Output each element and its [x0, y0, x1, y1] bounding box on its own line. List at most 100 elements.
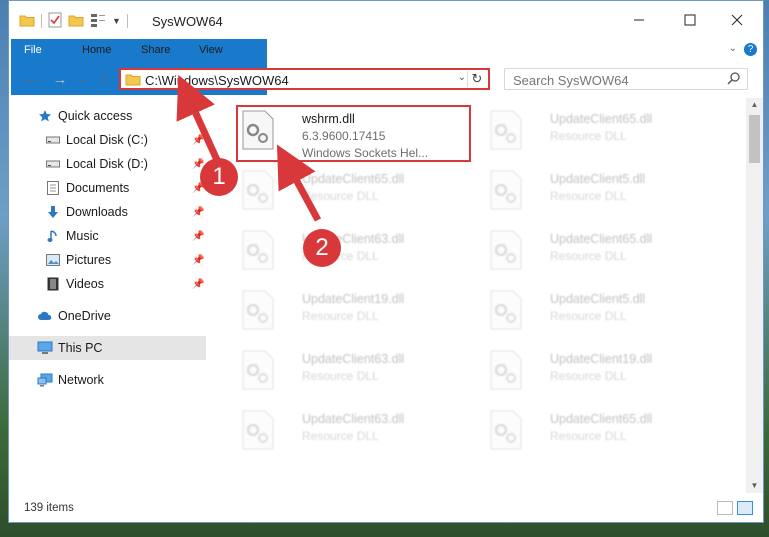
status-bar: 139 items — [9, 496, 763, 522]
drive-icon — [45, 156, 61, 172]
sidebar-item-videos[interactable]: Videos 📌 — [9, 272, 206, 296]
list-item[interactable]: UpdateClient65.dll Resource DLL — [482, 224, 712, 280]
file-description: Resource DLL — [550, 189, 627, 203]
tab-share[interactable]: Share — [128, 39, 183, 61]
search-input[interactable] — [511, 71, 715, 89]
sidebar-item-local-disk-c[interactable]: Local Disk (C:) 📌 — [9, 128, 206, 152]
tab-view[interactable]: View — [186, 39, 236, 61]
documents-icon — [45, 180, 61, 196]
sidebar-item-quick-access[interactable]: Quick access — [9, 104, 206, 128]
view-toggle — [717, 501, 753, 515]
file-description: Resource DLL — [302, 189, 379, 203]
ribbon-expand-chevron-icon[interactable]: ⌄ — [729, 43, 737, 54]
step-1-callout: 1 — [200, 158, 238, 196]
search-icon — [727, 71, 741, 88]
pin-icon[interactable]: 📌 — [192, 279, 204, 290]
close-icon — [731, 14, 743, 26]
dll-file-icon — [242, 350, 274, 390]
dll-file-icon — [490, 110, 522, 150]
pin-icon[interactable]: 📌 — [192, 231, 204, 242]
item-count: 139 items — [24, 502, 74, 514]
dll-file-icon — [242, 290, 274, 330]
title-bar: ▼ SysWOW64 — [9, 1, 763, 39]
cloud-icon — [37, 308, 53, 324]
address-path: C:\Windows\SysWOW64 — [145, 73, 289, 88]
sidebar-item-documents[interactable]: Documents 📌 — [9, 176, 206, 200]
details-view-icon[interactable] — [717, 501, 733, 515]
star-icon — [37, 108, 53, 124]
address-bar[interactable]: C:\Windows\SysWOW64 ⌄ ↻ — [119, 68, 490, 90]
dll-file-icon — [490, 410, 522, 450]
address-history-chevron-icon[interactable]: ⌄ — [458, 72, 466, 83]
file-name: UpdateClient19.dll — [302, 292, 405, 306]
dll-file-icon — [490, 350, 522, 390]
minimize-icon — [634, 19, 644, 21]
scroll-thumb[interactable] — [749, 115, 760, 163]
dll-file-icon — [242, 230, 274, 270]
up-button[interactable]: ↑ — [95, 70, 113, 88]
file-description: Resource DLL — [302, 429, 379, 443]
file-name: UpdateClient5.dll — [550, 292, 646, 306]
file-name: UpdateClient65.dll — [550, 232, 653, 246]
list-item[interactable]: UpdateClient63.dll Resource DLL — [234, 224, 464, 280]
sidebar-item-downloads[interactable]: Downloads 📌 — [9, 200, 206, 224]
file-name: UpdateClient63.dll — [302, 412, 405, 426]
file-description: Resource DLL — [550, 129, 627, 143]
file-description: Resource DLL — [550, 369, 627, 383]
refresh-icon[interactable]: ↻ — [467, 71, 486, 87]
sidebar-item-onedrive[interactable]: OneDrive — [9, 304, 206, 328]
vertical-scrollbar[interactable]: ▲ ▼ — [746, 98, 763, 493]
sidebar-item-music[interactable]: Music 📌 — [9, 224, 206, 248]
file-description: Resource DLL — [550, 309, 627, 323]
dll-file-icon — [490, 290, 522, 330]
tab-home[interactable]: Home — [69, 39, 124, 61]
back-button[interactable]: ← — [21, 70, 39, 88]
file-name: UpdateClient19.dll — [550, 352, 653, 366]
up-arrow-icon: ↑ — [100, 70, 108, 88]
network-icon — [37, 372, 53, 388]
list-item[interactable]: UpdateClient65.dll Resource DLL — [482, 404, 712, 460]
folder-icon — [19, 13, 35, 30]
pin-icon[interactable]: 📌 — [192, 207, 204, 218]
navigation-pane: Quick access Local Disk (C:) 📌 Local Dis… — [9, 101, 207, 501]
help-icon[interactable]: ? — [744, 43, 757, 56]
pin-icon[interactable]: 📌 — [192, 135, 204, 146]
sidebar-item-local-disk-d[interactable]: Local Disk (D:) 📌 — [9, 152, 206, 176]
scroll-down-icon[interactable]: ▼ — [746, 479, 763, 493]
videos-icon — [45, 276, 61, 292]
dll-file-icon — [490, 230, 522, 270]
file-description: Resource DLL — [550, 429, 627, 443]
folder-icon — [125, 73, 141, 89]
new-folder-icon[interactable] — [68, 13, 84, 30]
list-item[interactable]: UpdateClient5.dll Resource DLL — [482, 284, 712, 340]
sidebar-item-pictures[interactable]: Pictures 📌 — [9, 248, 206, 272]
list-item[interactable]: UpdateClient65.dll Resource DLL — [234, 164, 464, 220]
view-options-icon[interactable] — [90, 13, 106, 30]
file-name: UpdateClient63.dll — [302, 352, 405, 366]
customize-toolbar-chevron-icon[interactable]: ▼ — [112, 16, 121, 26]
file-name: UpdateClient5.dll — [550, 172, 646, 186]
close-button[interactable] — [722, 7, 752, 33]
maximize-icon — [684, 14, 696, 26]
dll-file-icon — [242, 170, 274, 210]
back-arrow-icon: ← — [22, 70, 38, 88]
list-item[interactable]: UpdateClient63.dll Resource DLL — [234, 344, 464, 400]
list-item[interactable]: UpdateClient65.dll Resource DLL — [482, 104, 712, 160]
scroll-up-icon[interactable]: ▲ — [746, 98, 763, 112]
sidebar-item-network[interactable]: Network — [9, 368, 206, 392]
minimize-button[interactable] — [624, 7, 654, 33]
forward-button[interactable]: → — [51, 70, 69, 88]
list-item[interactable]: UpdateClient5.dll Resource DLL — [482, 164, 712, 220]
file-description: Resource DLL — [550, 249, 627, 263]
step-2-callout: 2 — [303, 229, 341, 267]
pin-icon[interactable]: 📌 — [192, 255, 204, 266]
maximize-button[interactable] — [675, 7, 705, 33]
tiles-view-icon[interactable] — [737, 501, 753, 515]
recent-locations-button[interactable]: ⌄ — [73, 70, 91, 88]
properties-icon[interactable] — [48, 12, 62, 31]
list-item[interactable]: UpdateClient63.dll Resource DLL — [234, 404, 464, 460]
search-box[interactable] — [504, 68, 748, 90]
list-item[interactable]: UpdateClient19.dll Resource DLL — [234, 284, 464, 340]
list-item[interactable]: UpdateClient19.dll Resource DLL — [482, 344, 712, 400]
sidebar-item-this-pc[interactable]: This PC — [9, 336, 206, 360]
